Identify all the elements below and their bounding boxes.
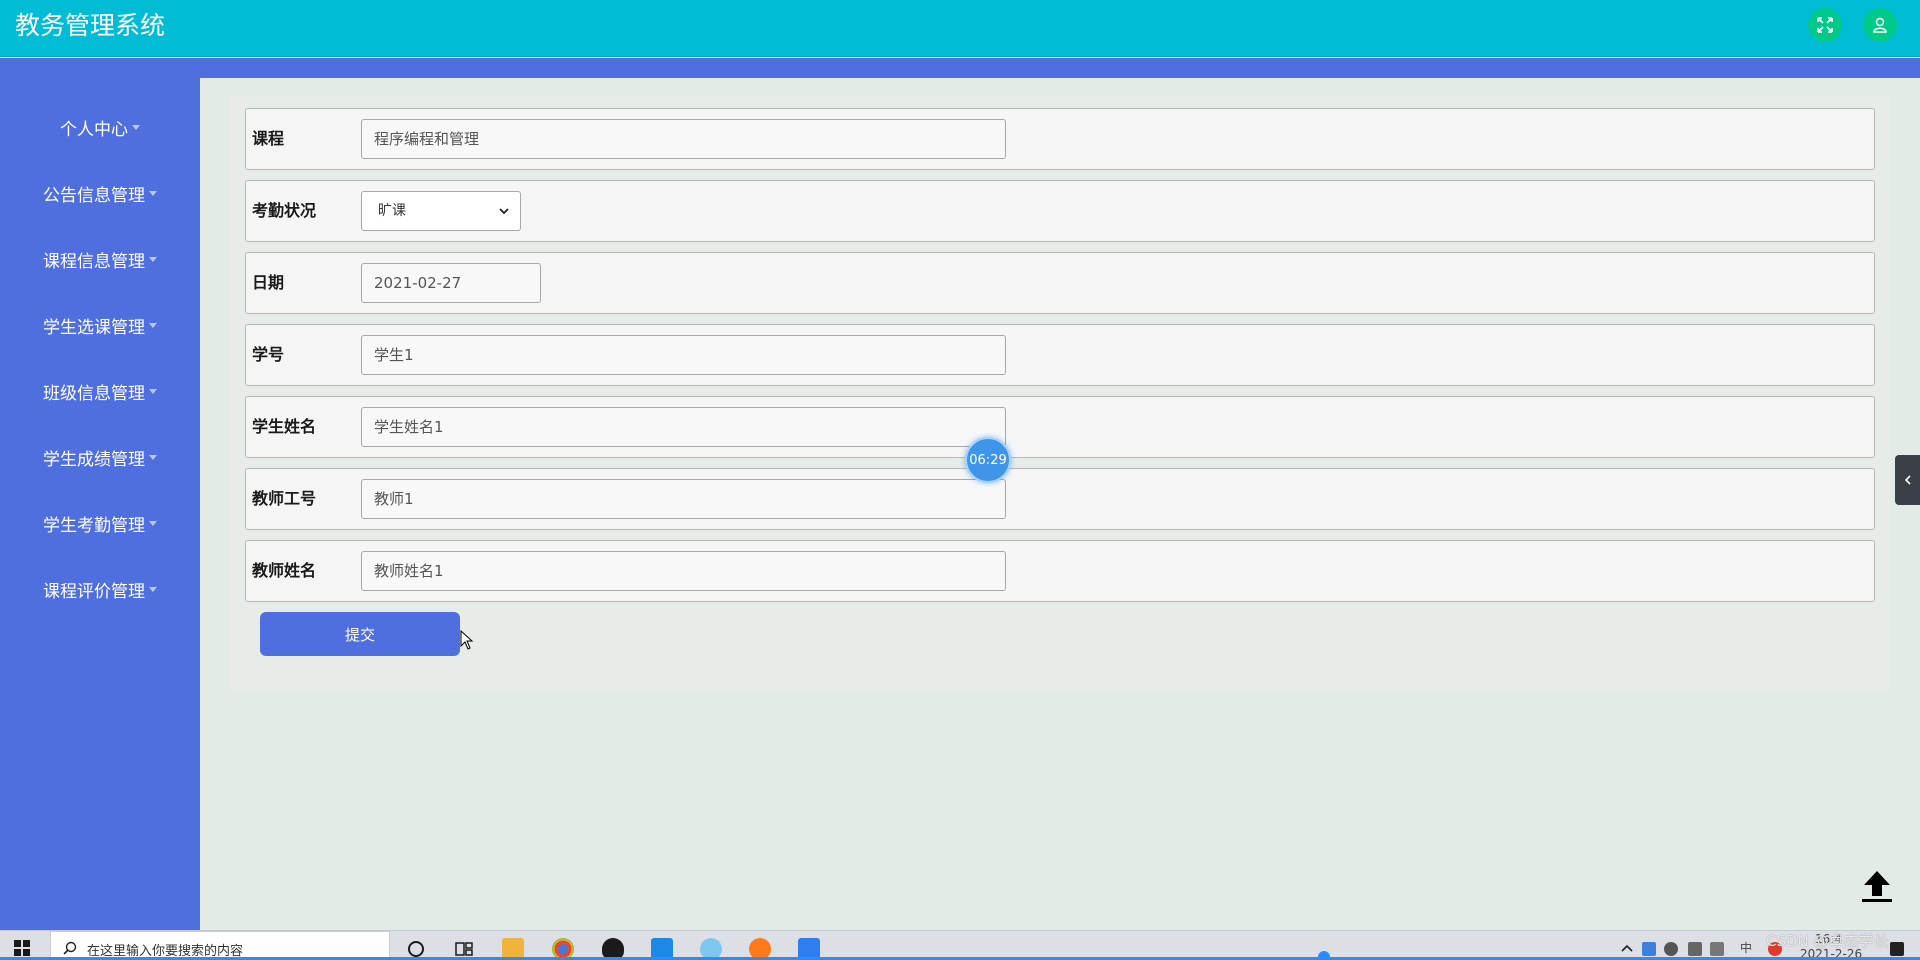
app-title: 教务管理系统 bbox=[15, 11, 166, 40]
back-to-top-button[interactable] bbox=[1855, 866, 1899, 906]
date-input[interactable]: 2021-02-27 bbox=[361, 263, 541, 303]
student-id-input[interactable]: 学生1 bbox=[361, 335, 1006, 375]
sidebar-item-label: 学生选课管理 bbox=[43, 317, 145, 338]
ime-indicator[interactable]: 中 bbox=[1740, 939, 1752, 956]
top-header: 教务管理系统 bbox=[0, 0, 1920, 57]
sidebar-item-class-management[interactable]: 班级信息管理 bbox=[0, 371, 200, 411]
taskbar-search-box[interactable]: 在这里输入你要搜索的内容 bbox=[50, 931, 390, 960]
sidebar-item-label: 课程评价管理 bbox=[43, 581, 145, 602]
sidebar-item-label: 学生考勤管理 bbox=[43, 515, 145, 536]
caret-down-icon bbox=[149, 454, 157, 460]
form-row-student-name: 学生姓名 学生姓名1 bbox=[245, 396, 1875, 458]
volume-icon[interactable] bbox=[1710, 942, 1724, 956]
student-name-input[interactable]: 学生姓名1 bbox=[361, 407, 1006, 447]
sidebar-item-notice-management[interactable]: 公告信息管理 bbox=[0, 173, 200, 213]
caret-down-icon bbox=[132, 124, 140, 130]
wifi-icon[interactable] bbox=[1688, 942, 1702, 956]
sidebar-item-label: 公告信息管理 bbox=[43, 185, 145, 206]
sidebar-item-grade-management[interactable]: 学生成绩管理 bbox=[0, 437, 200, 477]
csdn-watermark: CSDN @卓杰学长 bbox=[1766, 932, 1889, 950]
side-drawer-toggle[interactable] bbox=[1895, 455, 1920, 505]
form-row-teacher-name: 教师姓名 教师姓名1 bbox=[245, 540, 1875, 602]
form-row-student-id: 学号 学生1 bbox=[245, 324, 1875, 386]
sidebar-item-label: 学生成绩管理 bbox=[43, 449, 145, 470]
submit-button[interactable]: 提交 bbox=[260, 612, 460, 656]
mouse-cursor-icon bbox=[460, 630, 474, 650]
form-row-course: 课程 程序编程和管理 bbox=[245, 108, 1875, 170]
sidebar-item-label: 课程信息管理 bbox=[43, 251, 145, 272]
caret-down-icon bbox=[149, 388, 157, 394]
arrow-up-icon bbox=[1862, 871, 1892, 902]
notification-icon[interactable] bbox=[1890, 942, 1904, 956]
sidebar-item-label: 班级信息管理 bbox=[43, 383, 145, 404]
student-name-label: 学生姓名 bbox=[252, 417, 317, 436]
chevron-up-icon[interactable] bbox=[1620, 942, 1634, 956]
sidebar-item-course-management[interactable]: 课程信息管理 bbox=[0, 239, 200, 279]
teacher-name-label: 教师姓名 bbox=[252, 561, 317, 580]
teacher-name-input[interactable]: 教师姓名1 bbox=[361, 551, 1006, 591]
sidebar-item-course-selection[interactable]: 学生选课管理 bbox=[0, 305, 200, 345]
caret-down-icon bbox=[149, 256, 157, 262]
windows-taskbar: 在这里输入你要搜索的内容 中 16:4 2021-2-26 bbox=[0, 930, 1920, 960]
date-label: 日期 bbox=[252, 273, 285, 292]
caret-down-icon bbox=[149, 190, 157, 196]
course-input[interactable]: 程序编程和管理 bbox=[361, 119, 1006, 159]
fullscreen-icon bbox=[1817, 17, 1833, 33]
course-label: 课程 bbox=[252, 129, 285, 148]
form-row-date: 日期 2021-02-27 bbox=[245, 252, 1875, 314]
caret-down-icon bbox=[149, 322, 157, 328]
attendance-label: 考勤状况 bbox=[252, 201, 317, 220]
sidebar-item-course-evaluation[interactable]: 课程评价管理 bbox=[0, 569, 200, 609]
teacher-id-input[interactable]: 教师1 bbox=[361, 479, 1006, 519]
caret-down-icon bbox=[149, 586, 157, 592]
content-top-strip bbox=[200, 58, 1920, 78]
sidebar-item-label: 个人中心 bbox=[60, 119, 128, 140]
attendance-select-value: 旷课 bbox=[378, 203, 406, 219]
attendance-select[interactable]: 旷课 bbox=[361, 191, 521, 231]
user-button[interactable] bbox=[1863, 8, 1897, 42]
teacher-id-label: 教师工号 bbox=[252, 489, 317, 508]
search-icon bbox=[63, 941, 77, 955]
windows-start-icon[interactable] bbox=[14, 940, 30, 956]
chevron-down-icon bbox=[499, 208, 509, 215]
student-id-label: 学号 bbox=[252, 345, 285, 364]
recording-timer-badge[interactable]: 06:29 bbox=[965, 437, 1011, 483]
user-icon bbox=[1873, 17, 1887, 33]
form-row-teacher-id: 教师工号 教师1 bbox=[245, 468, 1875, 530]
sidebar-item-attendance-management[interactable]: 学生考勤管理 bbox=[0, 503, 200, 543]
sidebar-item-personal-center[interactable]: 个人中心 bbox=[0, 107, 200, 147]
caret-down-icon bbox=[149, 520, 157, 526]
fullscreen-button[interactable] bbox=[1808, 8, 1842, 42]
chevron-left-icon bbox=[1904, 475, 1911, 485]
onedrive-icon[interactable] bbox=[1664, 942, 1678, 956]
tray-app-icon[interactable] bbox=[1642, 942, 1656, 956]
form-row-attendance: 考勤状况 旷课 bbox=[245, 180, 1875, 242]
